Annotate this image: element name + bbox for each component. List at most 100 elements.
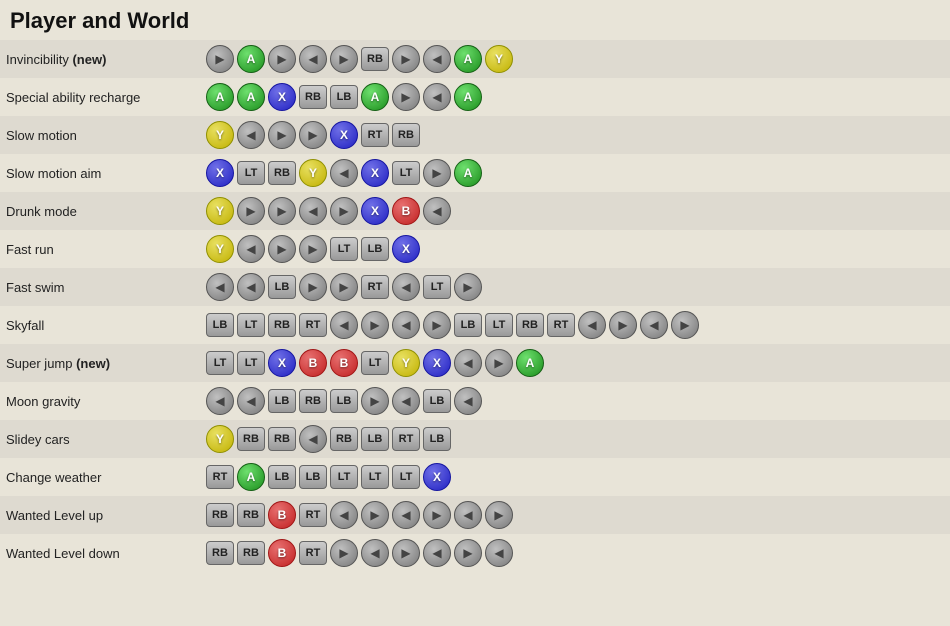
cheat-buttons: XLTRBY◀XLT▶A <box>200 154 950 192</box>
table-row: Slow motionY◀▶▶XRTRB <box>0 116 950 154</box>
dpad-right: ▶ <box>361 311 389 339</box>
dpad-right: ▶ <box>268 45 296 73</box>
button-rb: RB <box>330 427 358 451</box>
cheat-label: Change weather <box>0 458 200 496</box>
button-rb: RB <box>206 541 234 565</box>
button-rt: RT <box>299 541 327 565</box>
button-lt: LT <box>330 465 358 489</box>
dpad-right: ▶ <box>237 197 265 225</box>
button-lb: LB <box>361 237 389 261</box>
dpad-right: ▶ <box>392 83 420 111</box>
button-lb: LB <box>330 389 358 413</box>
dpad-left: ◀ <box>392 387 420 415</box>
green-ball-a: A <box>237 45 265 73</box>
cheat-label: Slidey cars <box>0 420 200 458</box>
dpad-left: ◀ <box>237 121 265 149</box>
blue-ball-x: X <box>423 463 451 491</box>
dpad-left: ◀ <box>237 235 265 263</box>
cheat-buttons: LTLTXBBLTYX◀▶A <box>200 344 950 382</box>
button-rb: RB <box>516 313 544 337</box>
red-ball-b: B <box>299 349 327 377</box>
button-rb: RB <box>268 313 296 337</box>
dpad-right: ▶ <box>392 539 420 567</box>
button-lb: LB <box>268 465 296 489</box>
blue-ball-x: X <box>392 235 420 263</box>
button-rb: RB <box>237 541 265 565</box>
dpad-left: ◀ <box>330 159 358 187</box>
table-row: SkyfallLBLTRBRT◀▶◀▶LBLTRBRT◀▶◀▶ <box>0 306 950 344</box>
button-lb: LB <box>268 275 296 299</box>
button-lt: LT <box>237 161 265 185</box>
dpad-left: ◀ <box>392 273 420 301</box>
dpad-right: ▶ <box>330 45 358 73</box>
blue-ball-x: X <box>423 349 451 377</box>
dpad-right: ▶ <box>454 273 482 301</box>
dpad-right: ▶ <box>299 273 327 301</box>
button-rb: RB <box>392 123 420 147</box>
blue-ball-x: X <box>330 121 358 149</box>
dpad-right: ▶ <box>454 539 482 567</box>
cheat-table: Invincibility (new)▶A▶◀▶RB▶◀AYSpecial ab… <box>0 40 950 572</box>
dpad-left: ◀ <box>640 311 668 339</box>
yellow-ball-y: Y <box>299 159 327 187</box>
cheat-buttons: Y◀▶▶LTLBX <box>200 230 950 268</box>
dpad-left: ◀ <box>423 45 451 73</box>
dpad-right: ▶ <box>299 235 327 263</box>
yellow-ball-y: Y <box>206 425 234 453</box>
button-rt: RT <box>392 427 420 451</box>
cheat-buttons: LBLTRBRT◀▶◀▶LBLTRBRT◀▶◀▶ <box>200 306 950 344</box>
button-lb: LB <box>423 427 451 451</box>
cheat-buttons: YRBRB◀RBLBRTLB <box>200 420 950 458</box>
dpad-right: ▶ <box>485 501 513 529</box>
cheat-label: Moon gravity <box>0 382 200 420</box>
red-ball-b: B <box>268 501 296 529</box>
cheat-label: Invincibility (new) <box>0 40 200 78</box>
dpad-left: ◀ <box>299 425 327 453</box>
cheat-label: Special ability recharge <box>0 78 200 116</box>
dpad-left: ◀ <box>454 501 482 529</box>
button-lb: LB <box>268 389 296 413</box>
dpad-left: ◀ <box>299 197 327 225</box>
table-row: Slidey carsYRBRB◀RBLBRTLB <box>0 420 950 458</box>
button-lb: LB <box>299 465 327 489</box>
table-row: Wanted Level downRBRBBRT▶◀▶◀▶◀ <box>0 534 950 572</box>
red-ball-b: B <box>268 539 296 567</box>
dpad-left: ◀ <box>237 273 265 301</box>
cheat-label: Fast swim <box>0 268 200 306</box>
button-lt: LT <box>330 237 358 261</box>
green-ball-a: A <box>454 83 482 111</box>
green-ball-a: A <box>516 349 544 377</box>
blue-ball-x: X <box>268 349 296 377</box>
table-row: Super jump (new)LTLTXBBLTYX◀▶A <box>0 344 950 382</box>
dpad-left: ◀ <box>423 197 451 225</box>
button-rt: RT <box>361 123 389 147</box>
dpad-left: ◀ <box>423 83 451 111</box>
button-lt: LT <box>485 313 513 337</box>
dpad-right: ▶ <box>423 159 451 187</box>
dpad-right: ▶ <box>268 235 296 263</box>
cheat-buttons: Y▶▶◀▶XB◀ <box>200 192 950 230</box>
dpad-left: ◀ <box>392 501 420 529</box>
cheat-label: Drunk mode <box>0 192 200 230</box>
table-row: Drunk modeY▶▶◀▶XB◀ <box>0 192 950 230</box>
yellow-ball-y: Y <box>392 349 420 377</box>
dpad-right: ▶ <box>268 197 296 225</box>
button-lt: LT <box>361 465 389 489</box>
dpad-right: ▶ <box>671 311 699 339</box>
table-row: Slow motion aimXLTRBY◀XLT▶A <box>0 154 950 192</box>
table-row: Fast runY◀▶▶LTLBX <box>0 230 950 268</box>
dpad-right: ▶ <box>361 387 389 415</box>
button-rt: RT <box>361 275 389 299</box>
dpad-right: ▶ <box>361 501 389 529</box>
cheat-buttons: RBRBBRT▶◀▶◀▶◀ <box>200 534 950 572</box>
dpad-left: ◀ <box>330 311 358 339</box>
green-ball-a: A <box>237 463 265 491</box>
dpad-left: ◀ <box>206 387 234 415</box>
button-lb: LB <box>361 427 389 451</box>
dpad-right: ▶ <box>268 121 296 149</box>
table-row: Fast swim◀◀LB▶▶RT◀LT▶ <box>0 268 950 306</box>
button-rt: RT <box>206 465 234 489</box>
blue-ball-x: X <box>361 159 389 187</box>
dpad-left: ◀ <box>237 387 265 415</box>
blue-ball-x: X <box>206 159 234 187</box>
